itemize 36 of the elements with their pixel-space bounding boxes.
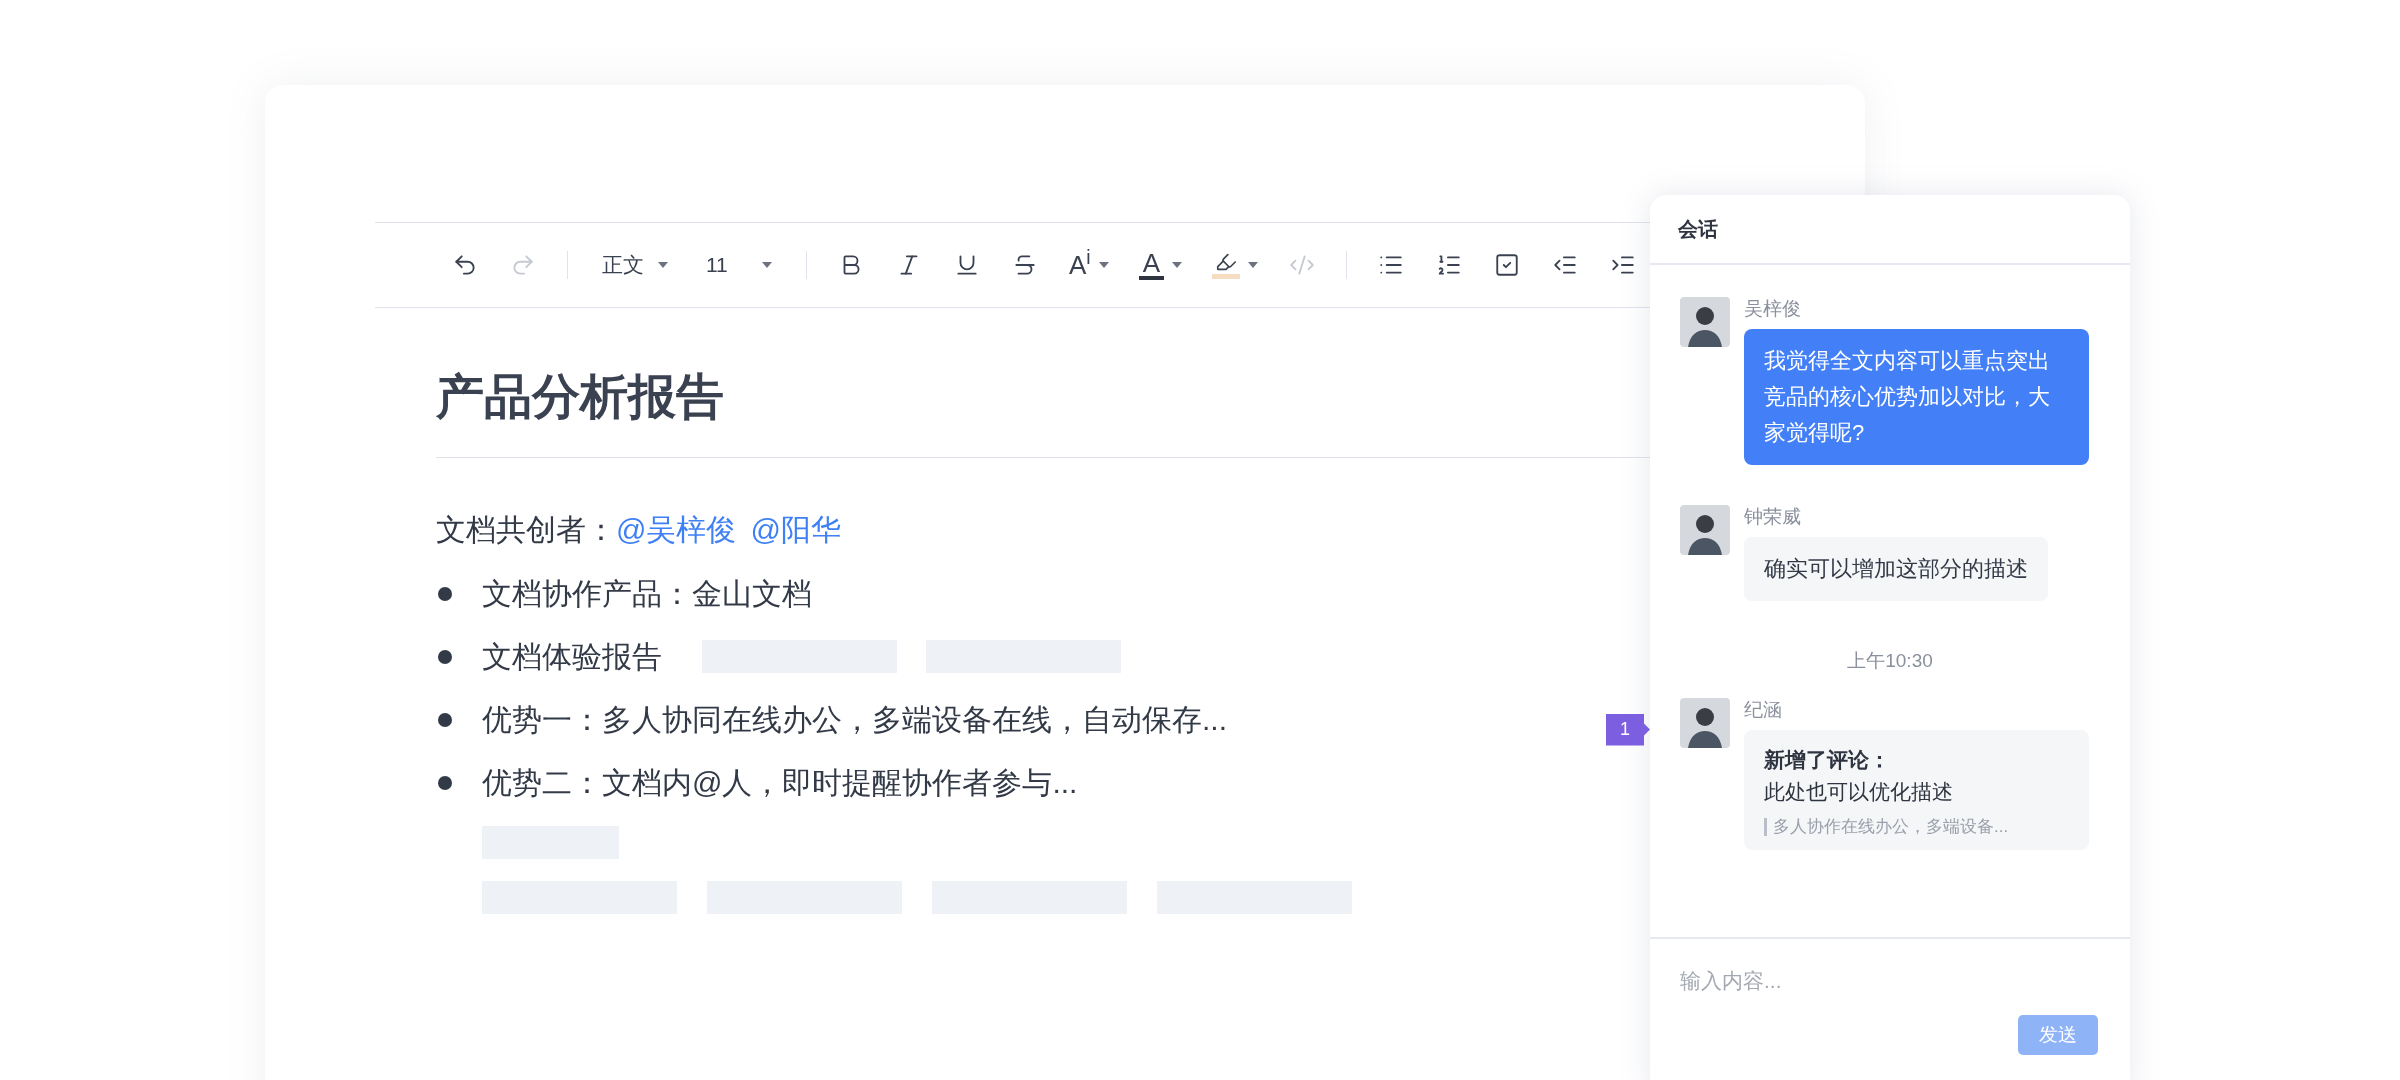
message-bubble: 我觉得全文内容可以重点突出竞品的核心优势加以对比，大家觉得呢? bbox=[1744, 329, 2089, 465]
caret-icon bbox=[1248, 262, 1259, 268]
comment-heading: 新增了评论： bbox=[1764, 746, 1891, 773]
avatar-icon bbox=[1680, 505, 1730, 555]
caret-icon bbox=[1172, 262, 1183, 268]
bullet-icon bbox=[438, 775, 452, 790]
bullet-icon bbox=[438, 586, 452, 601]
message-input[interactable]: 输入内容... bbox=[1680, 961, 2100, 1001]
dropdown-button[interactable]: 11 bbox=[694, 243, 784, 287]
avatar-icon bbox=[1680, 697, 1730, 748]
message-bubble: 确实可以增加这部分的描述 bbox=[1744, 537, 2048, 601]
bullet-icon bbox=[438, 712, 452, 727]
mention-link[interactable]: @阳华 bbox=[750, 506, 841, 552]
panel-title: 会话 bbox=[1678, 217, 1718, 242]
caret-icon bbox=[1098, 262, 1109, 268]
caret-icon bbox=[762, 262, 772, 268]
bullet-text: 优势二：文档内@人，即时提醒协作者参与... bbox=[482, 765, 1078, 801]
document-title: 产品分析报告 bbox=[436, 369, 725, 425]
comment-text: 此处也可以优化描述 bbox=[1764, 778, 1954, 805]
bullet-text: 优势一：多人协同在线办公，多端设备在线，自动保存... bbox=[482, 702, 1227, 738]
highlighter-icon bbox=[1212, 251, 1241, 279]
bullet-icon bbox=[438, 649, 452, 664]
timestamp: 上午10:30 bbox=[1847, 649, 1933, 673]
sender-name: 钟荣威 bbox=[1744, 505, 1801, 529]
bullet-text: 文档协作产品：金山文档 bbox=[482, 576, 812, 612]
quoted-text: 多人协作在线办公，多端设备... bbox=[1764, 817, 2069, 836]
mention-link[interactable]: @吴梓俊 bbox=[616, 506, 737, 552]
avatar-icon bbox=[1680, 297, 1730, 347]
caret-icon bbox=[658, 262, 668, 268]
text-effect-button[interactable]: A$^{i}$ bbox=[1061, 243, 1117, 287]
font-color-button[interactable]: A bbox=[1130, 243, 1191, 287]
sender-name: 纪涵 bbox=[1744, 697, 1782, 722]
dropdown-button[interactable]: 正文 bbox=[590, 243, 680, 287]
coauthors-label: 文档共创者： bbox=[436, 511, 616, 548]
sender-name: 吴梓俊 bbox=[1744, 297, 1801, 321]
bullet-text: 文档体验报告 bbox=[482, 639, 662, 675]
